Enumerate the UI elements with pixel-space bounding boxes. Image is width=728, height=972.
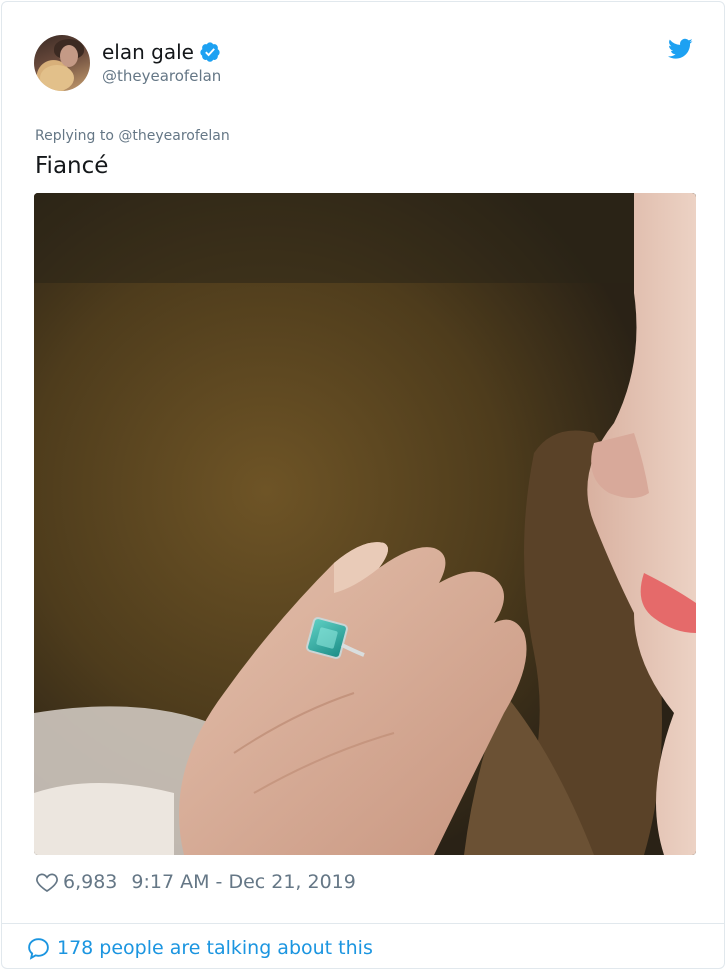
tweet-meta: 6,983 9:17 AM - Dec 21, 2019: [35, 868, 356, 896]
twitter-bird-icon[interactable]: [668, 38, 693, 60]
like-count[interactable]: 6,983: [63, 871, 117, 893]
tweet-photo[interactable]: [34, 193, 696, 855]
heart-icon[interactable]: [35, 870, 59, 894]
divider: [2, 923, 724, 924]
user-handle[interactable]: @theyearofelan: [102, 65, 221, 87]
timestamp[interactable]: 9:17 AM - Dec 21, 2019: [131, 871, 355, 893]
verified-badge-icon: [200, 42, 220, 62]
speech-bubble-icon: [28, 937, 49, 960]
avatar[interactable]: [34, 35, 90, 91]
conversation-link[interactable]: 178 people are talking about this: [26, 933, 373, 963]
tweet-text: Fiancé: [35, 153, 109, 179]
tweet-header: elan gale @theyearofelan: [34, 34, 221, 92]
tweet-card: elan gale @theyearofelan Replying to @th…: [1, 1, 725, 969]
reply-context[interactable]: Replying to @theyearofelan: [35, 126, 230, 146]
photo-illustration: [34, 193, 696, 855]
conversation-text: 178 people are talking about this: [57, 937, 373, 959]
display-name[interactable]: elan gale: [102, 39, 194, 65]
user-info: elan gale @theyearofelan: [102, 39, 221, 87]
name-row: elan gale: [102, 39, 221, 65]
